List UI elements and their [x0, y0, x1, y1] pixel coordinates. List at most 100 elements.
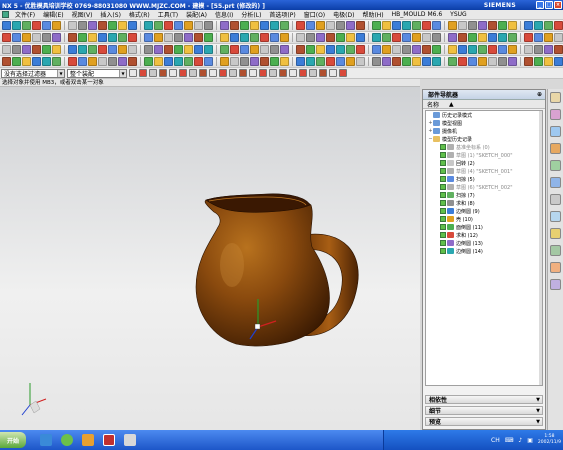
toolbar-button-icon[interactable]: [88, 21, 97, 30]
toolbar-button-icon[interactable]: [164, 21, 173, 30]
toolbar-button-icon[interactable]: [326, 57, 335, 66]
part-navigator-icon[interactable]: [550, 126, 561, 137]
menu-hb-mould[interactable]: HB_MOULD M6.6: [388, 11, 447, 18]
toolbar-button-icon[interactable]: [184, 45, 193, 54]
web-browser-icon[interactable]: [550, 177, 561, 188]
toolbar-button-icon[interactable]: [392, 57, 401, 66]
toolbar-button-icon[interactable]: [356, 21, 365, 30]
menu-electrode[interactable]: 电极(D): [329, 10, 358, 19]
network-icon[interactable]: ▣: [527, 437, 533, 444]
toolbar-button-icon[interactable]: [316, 33, 325, 42]
toolbar-button-icon[interactable]: [164, 57, 173, 66]
toolbar-button-icon[interactable]: [128, 21, 137, 30]
toolbar-button-icon[interactable]: [534, 21, 543, 30]
toolbar-button-icon[interactable]: [382, 21, 391, 30]
checkbox-icon[interactable]: [440, 160, 446, 166]
toolbar-button-icon[interactable]: [412, 33, 421, 42]
toolbar-button-icon[interactable]: [382, 33, 391, 42]
toolbar-button-icon[interactable]: [154, 57, 163, 66]
toolbar-button-icon[interactable]: [392, 21, 401, 30]
toolbar-button-icon[interactable]: [478, 45, 487, 54]
toolbar-button-icon[interactable]: [108, 45, 117, 54]
toolbar-button-icon[interactable]: [458, 21, 467, 30]
toolbar-button-icon[interactable]: [174, 33, 183, 42]
toolbar-button-icon[interactable]: [22, 21, 31, 30]
toolbar-button-icon[interactable]: [336, 33, 345, 42]
checkbox-icon[interactable]: [440, 176, 446, 182]
checkbox-icon[interactable]: [440, 224, 446, 230]
pitcher-model[interactable]: [195, 193, 359, 347]
toolbar-button-icon[interactable]: [12, 57, 21, 66]
toolbar-button-icon[interactable]: [42, 21, 51, 30]
toolbar-button-icon[interactable]: [78, 57, 87, 66]
toolbar-button-icon[interactable]: [98, 57, 107, 66]
toolbar-button-icon[interactable]: [68, 45, 77, 54]
navigator-node[interactable]: 草图 (4) "SKETCH_001": [426, 167, 542, 175]
toolbar-button-icon[interactable]: [88, 57, 97, 66]
toolbar-button-icon[interactable]: [458, 33, 467, 42]
navigator-node[interactable]: 草图 (1) "SKETCH_000": [426, 151, 542, 159]
toolbar-button-icon[interactable]: [508, 45, 517, 54]
toolbar-button-icon[interactable]: [250, 57, 259, 66]
toolbar-button-icon[interactable]: [174, 21, 183, 30]
menu-help[interactable]: 帮助(H): [358, 10, 387, 19]
navigator-node[interactable]: 回转 (2): [426, 159, 542, 167]
toolbar-button-icon[interactable]: [118, 33, 127, 42]
snap-point-icon[interactable]: [199, 69, 207, 77]
menu-view[interactable]: 视图(V): [68, 10, 97, 19]
toolbar-button-icon[interactable]: [296, 33, 305, 42]
quicklaunch-browser-icon[interactable]: [61, 434, 73, 446]
toolbar-button-icon[interactable]: [498, 21, 507, 30]
toolbar-button-icon[interactable]: [204, 33, 213, 42]
toolbar-button-icon[interactable]: [346, 33, 355, 42]
snap-point-icon[interactable]: [279, 69, 287, 77]
toolbar-button-icon[interactable]: [346, 21, 355, 30]
toolbar-button-icon[interactable]: [448, 21, 457, 30]
toolbar-button-icon[interactable]: [468, 21, 477, 30]
toolbar-button-icon[interactable]: [412, 45, 421, 54]
toolbar-button-icon[interactable]: [316, 57, 325, 66]
ime-icon[interactable]: ⌨: [505, 437, 514, 444]
toolbar-button-icon[interactable]: [306, 45, 315, 54]
toolbar-button-icon[interactable]: [356, 33, 365, 42]
snap-point-icon[interactable]: [329, 69, 337, 77]
toolbar-button-icon[interactable]: [412, 21, 421, 30]
toolbar-button-icon[interactable]: [270, 57, 279, 66]
snap-point-icon[interactable]: [249, 69, 257, 77]
toolbar-button-icon[interactable]: [478, 57, 487, 66]
toolbar-button-icon[interactable]: [306, 33, 315, 42]
toolbar-button-icon[interactable]: [184, 57, 193, 66]
toolbar-button-icon[interactable]: [204, 21, 213, 30]
toolbar-button-icon[interactable]: [164, 33, 173, 42]
toolbar-button-icon[interactable]: [2, 45, 11, 54]
navigator-node[interactable]: 扫掠 (7): [426, 191, 542, 199]
toolbar-button-icon[interactable]: [448, 33, 457, 42]
navigator-node[interactable]: 边倒圆 (13): [426, 239, 542, 247]
toolbar-button-icon[interactable]: [544, 57, 553, 66]
toolbar-button-icon[interactable]: [326, 33, 335, 42]
navigator-node[interactable]: 求和 (12): [426, 231, 542, 239]
navigator-node[interactable]: + 摄像机: [426, 127, 542, 135]
toolbar-button-icon[interactable]: [12, 21, 21, 30]
snap-point-icon[interactable]: [209, 69, 217, 77]
toolbar-button-icon[interactable]: [230, 57, 239, 66]
toolbar-button-icon[interactable]: [154, 21, 163, 30]
toolbar-button-icon[interactable]: [458, 57, 467, 66]
checkbox-icon[interactable]: [440, 248, 446, 254]
checkbox-icon[interactable]: [440, 192, 446, 198]
section-preview[interactable]: 预览 ▼: [425, 417, 543, 426]
toolbar-button-icon[interactable]: [336, 45, 345, 54]
navigator-node[interactable]: 求和 (8): [426, 199, 542, 207]
graphics-window[interactable]: [0, 87, 420, 430]
toolbar-button-icon[interactable]: [78, 21, 87, 30]
menu-file[interactable]: 文件(F): [11, 10, 39, 19]
toolbar-button-icon[interactable]: [356, 57, 365, 66]
pin-icon[interactable]: ⊕: [537, 91, 542, 98]
toolbar-button-icon[interactable]: [280, 21, 289, 30]
snap-point-icon[interactable]: [179, 69, 187, 77]
toolbar-button-icon[interactable]: [98, 33, 107, 42]
toolbar-button-icon[interactable]: [32, 21, 41, 30]
toolbar-button-icon[interactable]: [306, 57, 315, 66]
toolbar-button-icon[interactable]: [260, 33, 269, 42]
snap-point-icon[interactable]: [139, 69, 147, 77]
